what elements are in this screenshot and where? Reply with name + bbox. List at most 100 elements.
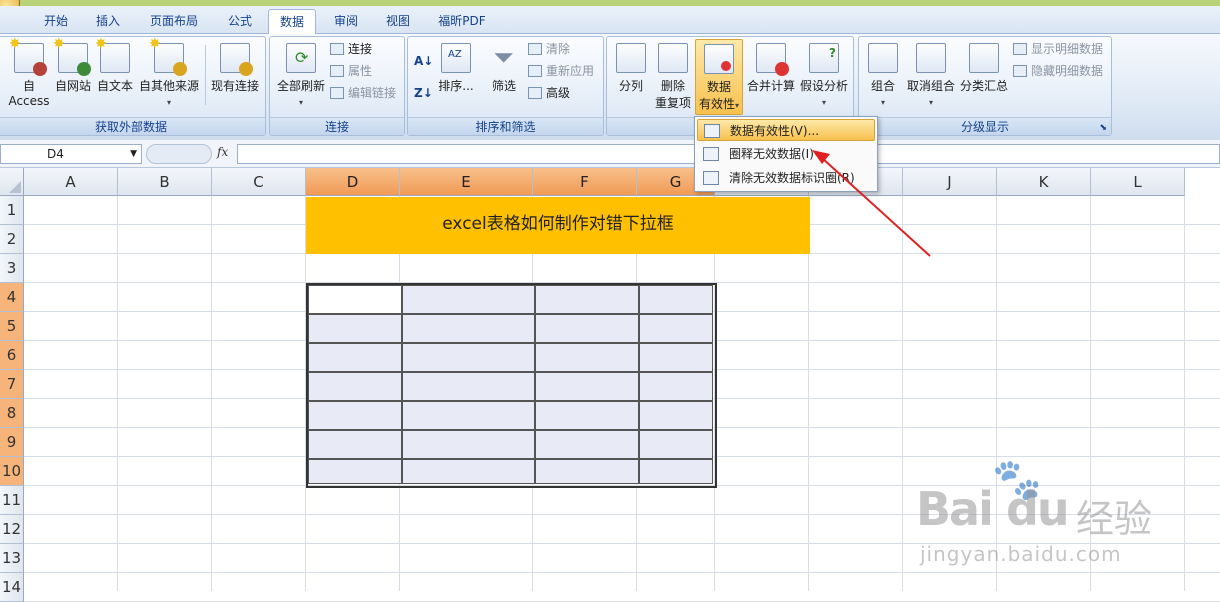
table-cell[interactable] [535,285,639,314]
table-cell[interactable] [639,401,713,430]
edit-links-button[interactable]: 编辑链接 [330,83,396,103]
table-cell[interactable] [308,314,402,343]
row-header-6[interactable]: 6 [0,341,24,370]
ungroup-button[interactable]: 取消组合 ▾ [903,43,959,108]
table-cell[interactable] [402,401,535,430]
menu-item-circle-invalid[interactable]: 圈释无效数据(I) [697,143,875,165]
table-cell[interactable] [308,343,402,372]
table-cell[interactable] [402,430,535,459]
consolidate-button[interactable]: 合并计算 [745,43,797,94]
tab-insert[interactable]: 插入 [86,9,130,34]
column-header-e[interactable]: E [400,168,533,196]
from-access-button[interactable]: ✸ 自 Access [7,36,51,108]
table-cell[interactable] [308,401,402,430]
funnel-icon: ⏷ [493,43,514,73]
tab-review[interactable]: 审阅 [324,9,368,34]
table-cell[interactable] [308,372,402,401]
refresh-all-button[interactable]: ⟳ 全部刷新 ▾ [274,43,328,108]
table-cell[interactable] [639,314,713,343]
table-cell[interactable] [535,401,639,430]
remove-duplicates-button[interactable]: 删除 重复项 [651,43,695,111]
row-header-3[interactable]: 3 [0,254,24,283]
group-button[interactable]: 组合 ▾ [863,43,903,108]
properties-button[interactable]: 属性 [330,61,372,81]
table-cell[interactable] [639,459,713,484]
table-cell[interactable] [535,459,639,484]
row-header-4[interactable]: 4 [0,283,24,312]
row-header-10[interactable]: 10 [0,457,24,486]
existing-connections-button[interactable]: 现有连接 [209,43,261,94]
row-header-7[interactable]: 7 [0,370,24,399]
ungroup-label: 取消组合 [906,79,955,93]
subtotal-button[interactable]: 分类汇总 [959,43,1009,94]
column-header-j[interactable]: J [903,168,997,196]
web-icon: ✸ [53,36,91,76]
table-cell[interactable] [402,343,535,372]
table-cell[interactable] [402,285,535,314]
tab-page-layout[interactable]: 页面布局 [140,9,208,34]
connections-button[interactable]: 连接 [330,39,372,59]
title-cell[interactable]: excel表格如何制作对错下拉框 [306,197,810,254]
chevron-down-icon[interactable]: ▼ [130,145,137,163]
menu-item-data-validation[interactable]: 数据有效性(V)... [697,119,875,141]
table-cell[interactable] [535,343,639,372]
table-cell[interactable] [639,430,713,459]
column-header-d[interactable]: D [306,168,400,196]
show-detail-button[interactable]: 显示明细数据 [1013,39,1103,59]
tab-foxit-pdf[interactable]: 福昕PDF [432,9,492,34]
table-cell[interactable] [535,372,639,401]
column-header-l[interactable]: L [1091,168,1185,196]
dialog-launcher-icon[interactable]: ⬊ [1099,123,1107,133]
table-cell[interactable] [639,285,713,314]
column-header-c[interactable]: C [212,168,306,196]
advanced-button[interactable]: 高级 [528,83,570,103]
name-box[interactable]: D4 ▼ [0,144,142,164]
filter-button[interactable]: ⏷ 筛选 [486,43,522,94]
reapply-button[interactable]: 重新应用 [528,61,594,81]
row-header-14[interactable]: 14 [0,573,24,602]
links-icon [330,87,344,99]
table-cell[interactable] [402,459,535,484]
column-header-f[interactable]: F [533,168,637,196]
from-other-sources-button[interactable]: ✸ 自其他来源 ▾ [137,36,201,108]
row-header-1[interactable]: 1 [0,196,24,225]
table-cell[interactable] [402,314,535,343]
column-header-k[interactable]: K [997,168,1091,196]
row-header-5[interactable]: 5 [0,312,24,341]
column-header-a[interactable]: A [24,168,118,196]
row-header-12[interactable]: 12 [0,515,24,544]
from-web-button[interactable]: ✸ 自网站 [53,36,93,94]
clear-button[interactable]: 清除 [528,39,570,59]
active-cell-d4[interactable] [308,285,402,314]
data-validation-button[interactable]: 数据 有效性▾ [695,39,743,115]
table-cell[interactable] [308,430,402,459]
data-validation-menu: 数据有效性(V)... 圈释无效数据(I) 清除无效数据标识圈(R) [694,116,878,192]
table-cell[interactable] [639,372,713,401]
table-cell[interactable] [402,372,535,401]
from-text-button[interactable]: ✸ 自文本 [95,36,135,94]
row-header-9[interactable]: 9 [0,428,24,457]
row-header-8[interactable]: 8 [0,399,24,428]
tab-home[interactable]: 开始 [34,9,78,34]
insert-function-icon[interactable]: fx [217,145,228,159]
table-cell[interactable] [535,314,639,343]
bordered-table-range[interactable] [306,283,717,488]
table-cell[interactable] [639,343,713,372]
what-if-analysis-button[interactable]: ? 假设分析 ▾ [797,43,851,108]
tab-formulas[interactable]: 公式 [218,9,262,34]
row-header-11[interactable]: 11 [0,486,24,515]
tab-data[interactable]: 数据 [268,9,316,35]
menu-item-clear-circles[interactable]: 清除无效数据标识圈(R) [697,167,875,189]
row-header-2[interactable]: 2 [0,225,24,254]
text-to-columns-button[interactable]: 分列 [613,43,649,94]
sort-button[interactable]: AZ 排序... [436,43,476,94]
table-cell[interactable] [308,459,402,484]
tab-view[interactable]: 视图 [376,9,420,34]
row-header-13[interactable]: 13 [0,544,24,573]
column-header-b[interactable]: B [118,168,212,196]
table-cell[interactable] [535,430,639,459]
select-all-corner[interactable] [0,168,24,196]
sort-za-button[interactable]: Z↓ [414,83,433,103]
sort-az-button[interactable]: A↓ [414,51,433,71]
hide-detail-button[interactable]: 隐藏明细数据 [1013,61,1103,81]
